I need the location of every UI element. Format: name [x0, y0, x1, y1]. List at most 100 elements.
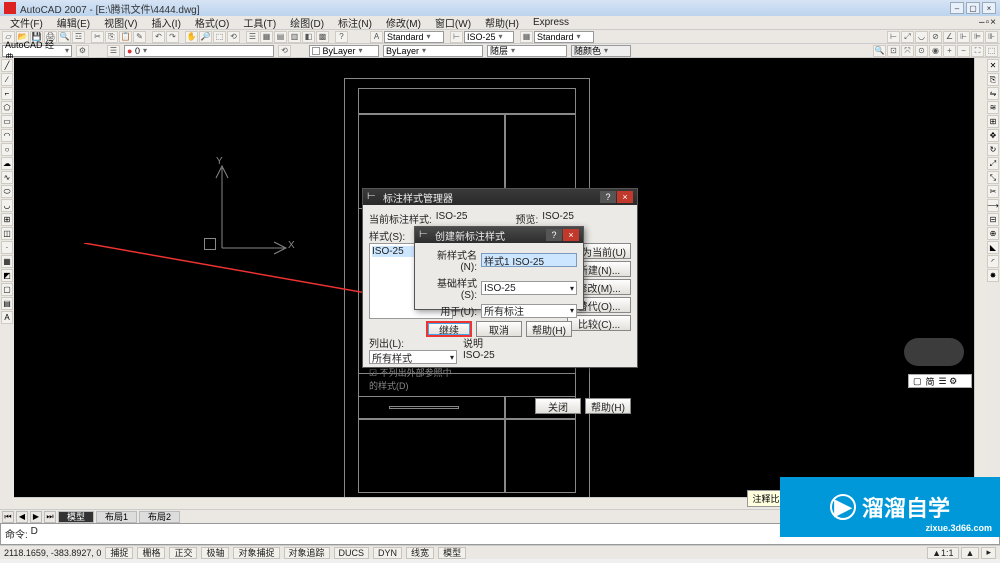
linetype-combo[interactable]: ByLayer — [383, 45, 483, 57]
dialog-close-icon[interactable]: × — [617, 191, 633, 203]
qcalc-icon[interactable]: ▩ — [316, 31, 329, 43]
continue-button[interactable]: 继续 — [426, 321, 472, 337]
trim-icon[interactable]: ✂ — [987, 185, 999, 198]
drawing-canvas[interactable]: Y X ▢ 简 ☰ ⚙ 注释比例: 通过此按钮可更改可注释对象的注释 方法» ⊢… — [14, 58, 986, 509]
mirror-icon[interactable]: ⇋ — [987, 87, 999, 100]
menu-view[interactable]: 视图(V) — [98, 15, 143, 30]
annoscale-icon[interactable]: ▲1:1 — [927, 547, 958, 559]
ellipse-icon[interactable]: ⬭ — [1, 185, 13, 198]
zoom-out-icon[interactable]: − — [957, 45, 970, 57]
snap-toggle[interactable]: 捕捉 — [105, 547, 133, 559]
line-icon[interactable]: ╱ — [1, 59, 13, 72]
zoom-scale-icon[interactable]: ⤧ — [901, 45, 914, 57]
dimstyle-dialog-titlebar[interactable]: ⊢ 标注样式管理器 ? × — [363, 189, 637, 205]
break-icon[interactable]: ⊟ — [987, 213, 999, 226]
rotate-icon[interactable]: ↻ — [987, 143, 999, 156]
dialog-help-icon[interactable]: ? — [600, 191, 616, 203]
circle-icon[interactable]: ○ — [1, 143, 13, 156]
dim-baseline-icon[interactable]: ⊫ — [971, 31, 984, 43]
new-dialog-titlebar[interactable]: ⊢ 创建新标注样式 ? × — [415, 227, 583, 243]
grid-toggle[interactable]: 栅格 — [137, 547, 165, 559]
close-button[interactable]: × — [982, 2, 996, 14]
dim-style-combo[interactable]: ISO-25 — [464, 31, 514, 43]
usefor-combo[interactable]: 所有标注 — [481, 304, 577, 318]
block-icon[interactable]: ◫ — [1, 227, 13, 240]
menu-draw[interactable]: 绘图(D) — [284, 15, 330, 30]
redo-icon[interactable]: ↷ — [166, 31, 179, 43]
dim-aligned-icon[interactable]: ⤢ — [901, 31, 914, 43]
extend-icon[interactable]: ⟶ — [987, 199, 999, 212]
menu-express[interactable]: Express — [527, 17, 575, 28]
menu-insert[interactable]: 插入(I) — [145, 15, 186, 30]
layer-props-icon[interactable]: ☰ — [107, 45, 120, 57]
dim-diameter-icon[interactable]: ⊘ — [929, 31, 942, 43]
explode-icon[interactable]: ✸ — [987, 269, 999, 282]
copy-icon[interactable]: ⎘ — [105, 31, 118, 43]
zoom-extents-icon[interactable]: ⬚ — [985, 45, 998, 57]
undo-icon[interactable]: ↶ — [152, 31, 165, 43]
xline-icon[interactable]: ∕ — [1, 73, 13, 86]
pline-icon[interactable]: ⌐ — [1, 87, 13, 100]
zoom-center-icon[interactable]: ⊙ — [915, 45, 928, 57]
color-combo[interactable]: ByLayer — [309, 45, 379, 57]
tab-last-icon[interactable]: ⏭ — [44, 511, 56, 523]
pan-icon[interactable]: ✋ — [185, 31, 198, 43]
vertical-scrollbar[interactable] — [974, 58, 986, 509]
layer-combo[interactable]: ● 0 — [124, 45, 274, 57]
menu-help[interactable]: 帮助(H) — [479, 15, 525, 30]
chamfer-icon[interactable]: ◣ — [987, 241, 999, 254]
region-icon[interactable]: ▢ — [1, 283, 13, 296]
hatch-icon[interactable]: ▦ — [1, 255, 13, 268]
doc-restore-button[interactable]: ▫ — [986, 17, 990, 28]
zoom-prev-icon[interactable]: ⟲ — [227, 31, 240, 43]
arc-icon[interactable]: ◠ — [1, 129, 13, 142]
menu-dim[interactable]: 标注(N) — [332, 15, 378, 30]
layer-prev-icon[interactable]: ⟲ — [278, 45, 291, 57]
menu-tools[interactable]: 工具(T) — [237, 15, 282, 30]
xref-checkbox-label[interactable]: 不列出外部参照中的样式(D) — [369, 368, 452, 391]
offset-icon[interactable]: ≋ — [987, 101, 999, 114]
fillet-icon[interactable]: ◜ — [987, 255, 999, 268]
status-tray-icon[interactable]: ▸ — [981, 547, 996, 559]
array-icon[interactable]: ⊞ — [987, 115, 999, 128]
plotstyle-combo[interactable]: 随颜色 — [571, 45, 631, 57]
mtext-icon[interactable]: A — [1, 311, 13, 324]
menu-format[interactable]: 格式(O) — [189, 15, 235, 30]
copy2-icon[interactable]: ⎘ — [987, 73, 999, 86]
doc-minimize-button[interactable]: – — [979, 17, 985, 28]
osnap-toggle[interactable]: 对象捕捉 — [233, 547, 279, 559]
polygon-icon[interactable]: ⬠ — [1, 101, 13, 114]
ortho-toggle[interactable]: 正交 — [169, 547, 197, 559]
cut-icon[interactable]: ✂ — [91, 31, 104, 43]
maximize-button[interactable]: ▢ — [966, 2, 980, 14]
spline-icon[interactable]: ∿ — [1, 171, 13, 184]
tab-layout1[interactable]: 布局1 — [96, 511, 137, 523]
view-cube[interactable] — [904, 338, 964, 366]
new-name-input[interactable]: 样式1 ISO-25 — [481, 253, 577, 267]
move-icon[interactable]: ✥ — [987, 129, 999, 142]
listby-combo[interactable]: 所有样式 — [369, 350, 457, 364]
workspace-combo[interactable]: AutoCAD 经典 — [2, 45, 72, 57]
new-help-button[interactable]: 帮助(H) — [526, 321, 572, 337]
tab-layout2[interactable]: 布局2 — [139, 511, 180, 523]
revcloud-icon[interactable]: ☁ — [1, 157, 13, 170]
dim-radius-icon[interactable]: ◡ — [915, 31, 928, 43]
nav-bar[interactable]: ▢ 简 ☰ ⚙ — [908, 374, 972, 388]
annovis-icon[interactable]: ▲ — [961, 547, 980, 559]
scale-icon[interactable]: ⤢ — [987, 157, 999, 170]
table-icon[interactable]: ▤ — [1, 297, 13, 310]
otrack-toggle[interactable]: 对象追踪 — [284, 547, 330, 559]
match-icon[interactable]: ✎ — [133, 31, 146, 43]
paste-icon[interactable]: 📋 — [119, 31, 132, 43]
dim-continue-icon[interactable]: ⊪ — [985, 31, 998, 43]
zoom-dynamic-icon[interactable]: ⊡ — [887, 45, 900, 57]
ducs-toggle[interactable]: DUCS — [334, 547, 370, 559]
model-toggle[interactable]: 模型 — [438, 547, 466, 559]
tab-next-icon[interactable]: ▶ — [30, 511, 42, 523]
properties-icon[interactable]: ☰ — [246, 31, 259, 43]
insert-icon[interactable]: ⊞ — [1, 213, 13, 226]
dimstyle-icon[interactable]: ⊢ — [450, 31, 463, 43]
doc-close-button[interactable]: × — [990, 17, 996, 28]
dim-quick-icon[interactable]: ⊩ — [957, 31, 970, 43]
help-button[interactable]: 帮助(H) — [585, 398, 631, 414]
